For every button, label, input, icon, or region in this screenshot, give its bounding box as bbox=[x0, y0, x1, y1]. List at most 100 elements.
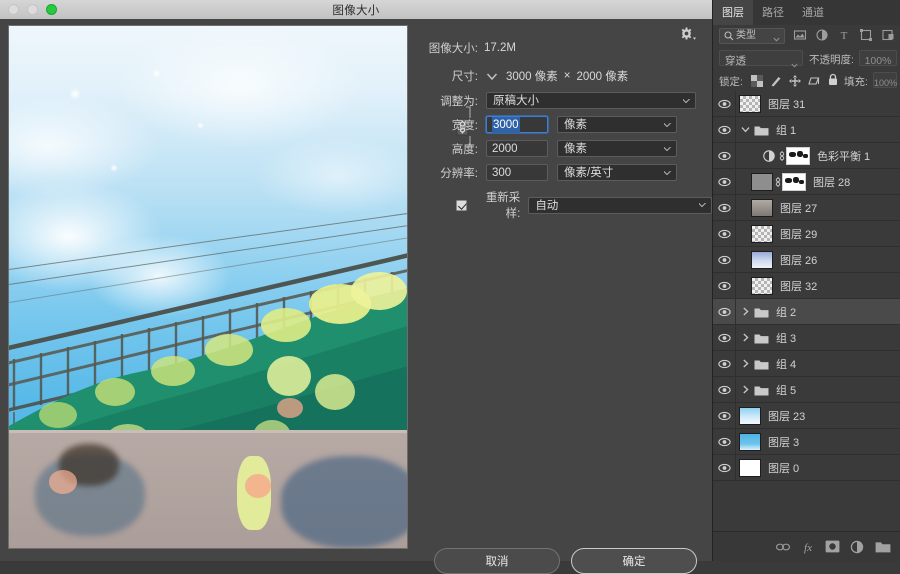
layer-thumbnail[interactable] bbox=[739, 94, 761, 113]
layer-thumbnail[interactable] bbox=[751, 224, 773, 243]
layer-thumbnail[interactable] bbox=[751, 172, 773, 191]
layer-row[interactable]: 图层 29 bbox=[713, 221, 900, 247]
layer-visibility-icon[interactable] bbox=[713, 359, 735, 369]
dialog-titlebar[interactable]: 图像大小 bbox=[0, 0, 712, 20]
layer-row[interactable]: 图层 31 bbox=[713, 91, 900, 117]
layer-thumbnail[interactable] bbox=[751, 198, 773, 217]
layer-twisty-icon[interactable] bbox=[739, 385, 751, 394]
resolution-input[interactable]: 300 bbox=[486, 164, 548, 181]
height-input[interactable]: 2000 bbox=[486, 140, 548, 157]
layer-twisty-icon[interactable] bbox=[739, 359, 751, 368]
tab-paths[interactable]: 路径 bbox=[753, 0, 793, 25]
resolution-unit-select[interactable]: 像素/英寸 bbox=[557, 164, 677, 181]
layer-row[interactable]: 图层 32 bbox=[713, 273, 900, 299]
layer-visibility-icon[interactable] bbox=[713, 125, 735, 135]
layer-mask-thumbnail[interactable] bbox=[782, 172, 806, 191]
resample-select[interactable]: 自动 bbox=[528, 196, 712, 214]
fill-input[interactable]: 100% bbox=[873, 72, 897, 88]
link-mask-icon[interactable] bbox=[773, 176, 782, 188]
layer-row[interactable]: 图层 0 bbox=[713, 455, 900, 481]
layer-thumbnail[interactable] bbox=[751, 276, 773, 295]
layer-thumbnail[interactable] bbox=[739, 432, 761, 451]
layer-row[interactable]: 图层 28 bbox=[713, 169, 900, 195]
layer-row[interactable]: 图层 3 bbox=[713, 429, 900, 455]
filter-kind-select[interactable]: 类型 bbox=[719, 28, 785, 44]
layer-fx-icon[interactable]: fx bbox=[800, 540, 814, 554]
layer-divider bbox=[735, 403, 736, 428]
preview-flower bbox=[95, 378, 135, 406]
layer-visibility-icon[interactable] bbox=[713, 411, 735, 421]
lock-transparency-icon[interactable] bbox=[751, 74, 763, 92]
layer-divider bbox=[735, 455, 736, 480]
layer-row[interactable]: 组 2 bbox=[713, 299, 900, 325]
layer-twisty-icon[interactable] bbox=[739, 333, 751, 342]
resolution-unit-value: 像素/英寸 bbox=[564, 167, 614, 179]
height-unit-select[interactable]: 像素 bbox=[557, 140, 677, 157]
dialog-title: 图像大小 bbox=[332, 5, 380, 17]
new-group-icon[interactable] bbox=[875, 540, 891, 554]
link-mask-icon[interactable] bbox=[777, 150, 786, 162]
width-unit-select[interactable]: 像素 bbox=[557, 116, 677, 133]
smartobject-filter-icon[interactable] bbox=[881, 28, 895, 42]
link-layers-icon[interactable] bbox=[775, 540, 791, 554]
blend-mode-select[interactable]: 穿透 bbox=[719, 50, 803, 68]
layer-visibility-icon[interactable] bbox=[713, 151, 735, 161]
layer-row[interactable]: 组 4 bbox=[713, 351, 900, 377]
fit-to-select[interactable]: 原稿大小 bbox=[486, 92, 696, 109]
layer-visibility-icon[interactable] bbox=[713, 177, 735, 187]
layer-visibility-icon[interactable] bbox=[713, 99, 735, 109]
layer-twisty-icon[interactable] bbox=[739, 307, 751, 316]
image-size-label: 图像大小: bbox=[428, 43, 478, 55]
dimensions-separator: × bbox=[563, 70, 571, 82]
layer-thumbnail[interactable] bbox=[739, 458, 761, 477]
adjustment-filter-icon[interactable] bbox=[815, 28, 829, 42]
layer-row[interactable]: 图层 26 bbox=[713, 247, 900, 273]
layer-row[interactable]: 组 5 bbox=[713, 377, 900, 403]
lock-artboard-icon[interactable] bbox=[808, 74, 820, 92]
layer-visibility-icon[interactable] bbox=[713, 385, 735, 395]
layer-mask-thumbnail[interactable] bbox=[786, 146, 810, 165]
layer-visibility-icon[interactable] bbox=[713, 307, 735, 317]
resample-checkbox[interactable] bbox=[456, 199, 467, 211]
cancel-button[interactable]: 取消 bbox=[434, 548, 560, 574]
lock-position-icon[interactable] bbox=[789, 74, 801, 92]
lock-image-icon[interactable] bbox=[770, 74, 782, 92]
layer-thumbnail[interactable] bbox=[751, 250, 773, 269]
gear-icon[interactable] bbox=[680, 27, 696, 41]
layer-twisty-icon[interactable] bbox=[739, 125, 751, 134]
image-preview[interactable] bbox=[8, 25, 408, 549]
adjustment-icon bbox=[761, 149, 777, 162]
layer-visibility-icon[interactable] bbox=[713, 203, 735, 213]
blend-mode-value: 穿透 bbox=[725, 55, 746, 67]
dimensions-disclosure[interactable] bbox=[486, 72, 498, 81]
layer-row[interactable]: 图层 27 bbox=[713, 195, 900, 221]
image-filter-icon[interactable] bbox=[793, 28, 807, 42]
add-mask-icon[interactable] bbox=[825, 540, 840, 554]
new-adjustment-icon[interactable] bbox=[850, 540, 864, 554]
layer-row[interactable]: 图层 23 bbox=[713, 403, 900, 429]
layer-visibility-icon[interactable] bbox=[713, 255, 735, 265]
layer-thumbnail[interactable] bbox=[739, 406, 761, 425]
layer-visibility-icon[interactable] bbox=[713, 281, 735, 291]
layer-row[interactable]: 色彩平衡 1 bbox=[713, 143, 900, 169]
shape-filter-icon[interactable] bbox=[859, 28, 873, 42]
layer-row[interactable]: 组 1 bbox=[713, 117, 900, 143]
opacity-input[interactable]: 100% bbox=[859, 50, 897, 67]
tab-layers[interactable]: 图层 bbox=[713, 0, 753, 25]
width-input[interactable]: 3000 bbox=[486, 116, 548, 133]
layer-visibility-icon[interactable] bbox=[713, 437, 735, 447]
layer-row[interactable]: 组 3 bbox=[713, 325, 900, 351]
layer-visibility-icon[interactable] bbox=[713, 463, 735, 473]
layer-visibility-icon[interactable] bbox=[713, 229, 735, 239]
layer-name: 图层 3 bbox=[768, 436, 800, 449]
layer-list[interactable]: 图层 31 组 1 色彩平衡 1 图层 28 图层 27 图层 29 图层 26 图层 32 组… bbox=[713, 91, 900, 531]
layer-visibility-icon[interactable] bbox=[713, 333, 735, 343]
layer-divider bbox=[735, 143, 736, 168]
ok-button[interactable]: 确定 bbox=[571, 548, 697, 574]
lock-all-icon[interactable] bbox=[827, 73, 839, 91]
layer-name: 组 5 bbox=[776, 384, 797, 397]
dimensions-width: 3000 像素 bbox=[506, 71, 558, 83]
tab-channels[interactable]: 通道 bbox=[793, 0, 833, 25]
layer-name: 图层 23 bbox=[768, 410, 806, 423]
text-filter-icon[interactable]: T bbox=[837, 28, 851, 42]
